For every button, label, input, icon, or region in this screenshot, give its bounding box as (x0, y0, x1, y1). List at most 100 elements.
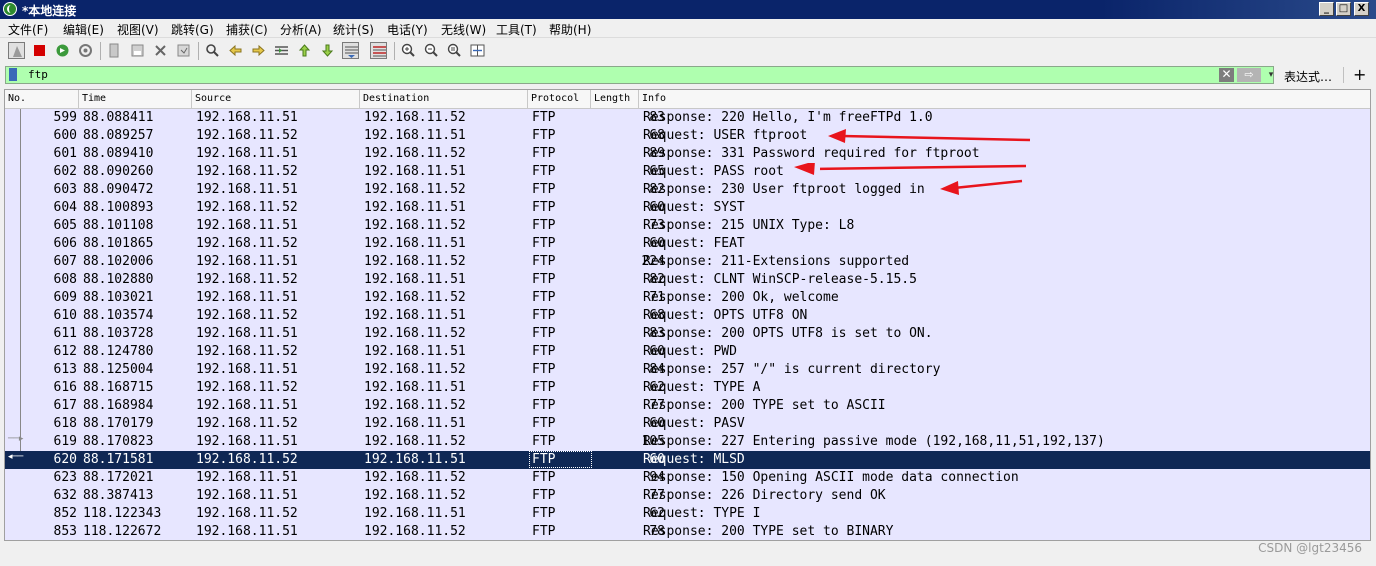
packet-row[interactable]: 604 88.100893 192.168.11.52 192.168.11.51 FT… (5, 199, 1370, 217)
packet-row[interactable]: 620 88.171581 192.168.11.52 192.168.11.51 FT… (5, 451, 1370, 469)
close-file-icon[interactable] (152, 42, 169, 59)
open-file-icon[interactable] (106, 42, 123, 59)
packet-row[interactable]: 606 88.101865 192.168.11.52 192.168.11.51 FT… (5, 235, 1370, 253)
stop-capture-icon[interactable] (31, 42, 48, 59)
packet-time: 88.171581 (83, 452, 154, 467)
save-file-icon[interactable] (129, 42, 146, 59)
title-bar: *本地连接 _ □ X (0, 0, 1376, 19)
zoom-out-icon[interactable] (423, 42, 440, 59)
packet-row[interactable]: 601 88.089410 192.168.11.51 192.168.11.52 FT… (5, 145, 1370, 163)
menu-statistics[interactable]: 统计(S) (333, 21, 374, 38)
start-capture-fin-icon[interactable] (8, 42, 25, 59)
menu-help[interactable]: 帮助(H) (549, 21, 591, 38)
packet-destination: 192.168.11.52 (364, 434, 466, 449)
packet-time: 88.090472 (83, 182, 154, 197)
packet-row[interactable]: 612 88.124780 192.168.11.52 192.168.11.51 FT… (5, 343, 1370, 361)
packet-info: Response: 257 "/" is current directory (643, 362, 941, 377)
bookmark-icon[interactable] (9, 68, 17, 81)
menu-edit[interactable]: 编辑(E) (63, 21, 104, 38)
packet-time: 88.088411 (83, 110, 154, 125)
packet-source: 192.168.11.51 (196, 290, 298, 305)
filter-history-dropdown-icon[interactable]: ▾ (1264, 68, 1278, 82)
packet-protocol: FTP (532, 290, 556, 305)
packet-row[interactable]: 616 88.168715 192.168.11.52 192.168.11.51 FT… (5, 379, 1370, 397)
packet-list[interactable]: No. Time Source Destination Protocol Len… (4, 89, 1371, 541)
packet-time: 88.101108 (83, 218, 154, 233)
packet-no: 609 (53, 290, 77, 305)
expression-button[interactable]: 表达式… (1284, 68, 1332, 85)
maximize-button[interactable]: □ (1336, 2, 1351, 16)
window-title: *本地连接 (22, 4, 77, 18)
column-length[interactable]: Length (591, 90, 639, 108)
packet-protocol: FTP (532, 254, 556, 269)
column-info[interactable]: Info (639, 90, 1370, 108)
menu-analyze[interactable]: 分析(A) (280, 21, 322, 38)
packet-row[interactable]: 632 88.387413 192.168.11.51 192.168.11.52 FT… (5, 487, 1370, 505)
go-forward-icon[interactable] (250, 42, 267, 59)
packet-row[interactable]: 599 88.088411 192.168.11.51 192.168.11.52 FT… (5, 109, 1370, 127)
packet-row[interactable]: 608 88.102880 192.168.11.52 192.168.11.51 FT… (5, 271, 1370, 289)
capture-options-icon[interactable] (77, 42, 94, 59)
colorize-icon[interactable] (370, 42, 387, 59)
packet-row[interactable]: 619 88.170823 192.168.11.51 192.168.11.52 FT… (5, 433, 1370, 451)
minimize-button[interactable]: _ (1319, 2, 1334, 16)
packet-row[interactable]: 613 88.125004 192.168.11.51 192.168.11.52 FT… (5, 361, 1370, 379)
auto-scroll-icon[interactable] (342, 42, 359, 59)
add-filter-button[interactable]: + (1353, 65, 1366, 84)
packet-time: 88.089257 (83, 128, 154, 143)
packet-info: Response: 226 Directory send OK (643, 488, 886, 503)
go-back-icon[interactable] (227, 42, 244, 59)
menu-file[interactable]: 文件(F) (8, 21, 48, 38)
display-filter-input[interactable]: ftp ✕ ⇨ ▾ (5, 66, 1274, 84)
column-source[interactable]: Source (192, 90, 360, 108)
packet-protocol: FTP (532, 380, 556, 395)
find-packet-icon[interactable] (204, 42, 221, 59)
annotation-arrow-pass (820, 164, 1027, 171)
column-protocol[interactable]: Protocol (528, 90, 591, 108)
menu-capture[interactable]: 捕获(C) (226, 21, 268, 38)
packet-row[interactable]: 610 88.103574 192.168.11.52 192.168.11.51 FT… (5, 307, 1370, 325)
packet-time: 88.102006 (83, 254, 154, 269)
close-button[interactable]: X (1354, 2, 1369, 16)
column-destination[interactable]: Destination (360, 90, 528, 108)
last-packet-icon[interactable] (319, 42, 336, 59)
menu-go[interactable]: 跳转(G) (171, 21, 214, 38)
packet-time: 118.122343 (83, 506, 162, 521)
go-to-packet-icon[interactable] (273, 42, 290, 59)
packet-row[interactable]: 609 88.103021 192.168.11.51 192.168.11.52 FT… (5, 289, 1370, 307)
packet-row[interactable]: 853 118.122672 192.168.11.51 192.168.11.52 F… (5, 523, 1370, 540)
display-filter-bar: ftp ✕ ⇨ ▾ (0, 64, 1376, 86)
packet-row[interactable]: 618 88.170179 192.168.11.52 192.168.11.51 FT… (5, 415, 1370, 433)
resize-columns-icon[interactable] (469, 42, 486, 59)
zoom-in-icon[interactable] (400, 42, 417, 59)
packet-row[interactable]: 603 88.090472 192.168.11.51 192.168.11.52 FT… (5, 181, 1370, 199)
menu-view[interactable]: 视图(V) (117, 21, 159, 38)
clear-filter-icon[interactable]: ✕ (1219, 68, 1234, 82)
reload-file-icon[interactable] (175, 42, 192, 59)
packet-row[interactable]: 605 88.101108 192.168.11.51 192.168.11.52 FT… (5, 217, 1370, 235)
packet-destination: 192.168.11.51 (364, 164, 466, 179)
apply-filter-icon[interactable]: ⇨ (1237, 68, 1261, 82)
packet-source: 192.168.11.51 (196, 110, 298, 125)
packet-no: 618 (53, 416, 77, 431)
packet-no: 623 (53, 470, 77, 485)
menu-telephony[interactable]: 电话(Y) (387, 21, 428, 38)
filter-text[interactable]: ftp (28, 68, 48, 81)
column-time[interactable]: Time (79, 90, 192, 108)
packet-row[interactable]: 602 88.090260 192.168.11.52 192.168.11.51 FT… (5, 163, 1370, 181)
packet-row[interactable]: 600 88.089257 192.168.11.52 192.168.11.51 FT… (5, 127, 1370, 145)
restart-capture-icon[interactable] (54, 42, 71, 59)
packet-row[interactable]: 607 88.102006 192.168.11.51 192.168.11.52 FT… (5, 253, 1370, 271)
packet-source: 192.168.11.52 (196, 380, 298, 395)
packet-row[interactable]: 623 88.172021 192.168.11.51 192.168.11.52 FT… (5, 469, 1370, 487)
packet-row[interactable]: 611 88.103728 192.168.11.51 192.168.11.52 FT… (5, 325, 1370, 343)
menu-wireless[interactable]: 无线(W) (441, 21, 486, 38)
packet-row[interactable]: 852 118.122343 192.168.11.52 192.168.11.51 F… (5, 505, 1370, 523)
menu-tools[interactable]: 工具(T) (496, 21, 537, 38)
packet-info: Request: SYST (643, 200, 745, 215)
first-packet-icon[interactable] (296, 42, 313, 59)
zoom-normal-icon[interactable] (446, 42, 463, 59)
packet-source: 192.168.11.52 (196, 236, 298, 251)
packet-row[interactable]: 617 88.168984 192.168.11.51 192.168.11.52 FT… (5, 397, 1370, 415)
column-no[interactable]: No. (5, 90, 79, 108)
